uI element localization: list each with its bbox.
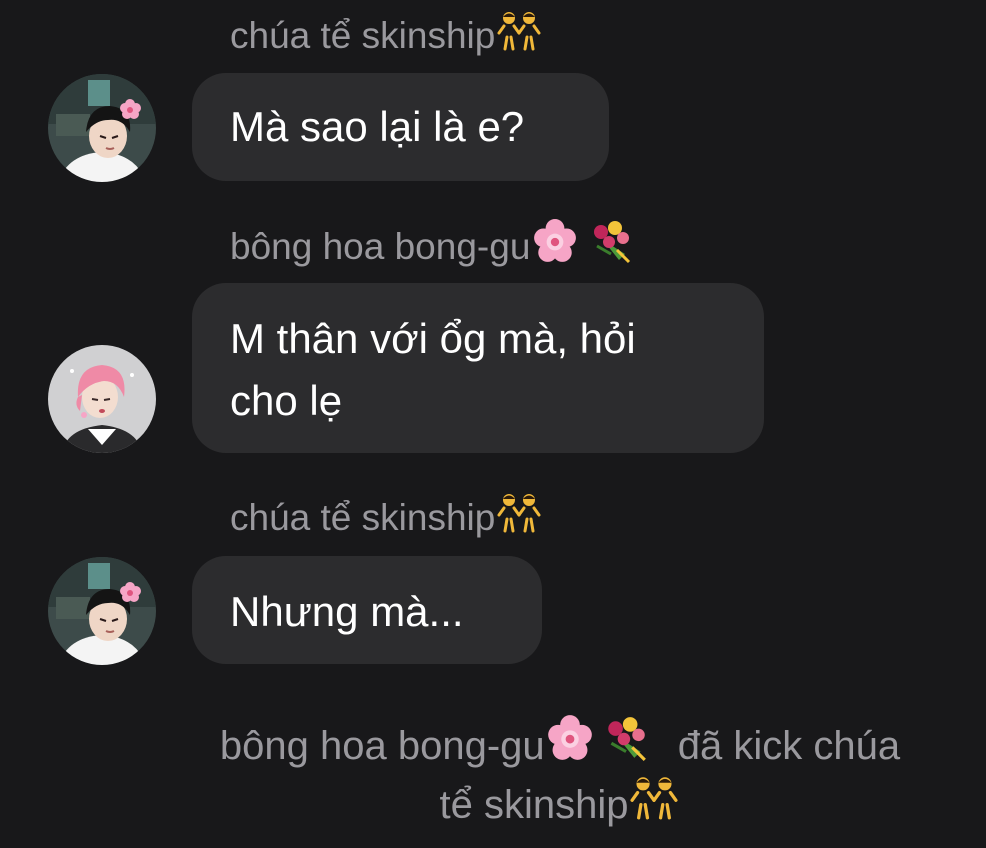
- system-notice-line-1: bông hoa bong-gu đã kick chúa: [120, 715, 986, 777]
- sender-name: bông hoa bong-gu: [230, 219, 636, 274]
- avatar[interactable]: [48, 345, 156, 453]
- system-notice-actor: bông hoa bong-gu: [219, 724, 545, 768]
- system-notice-line-2: tể skinship: [120, 774, 986, 835]
- bouquet-icon: [601, 714, 651, 777]
- cherry-blossom-icon: [545, 714, 595, 777]
- message-bubble[interactable]: Nhưng mà...: [192, 556, 542, 664]
- avatar[interactable]: [48, 74, 156, 182]
- message-bubble[interactable]: M thân với ổg mà, hỏi cho lẹ: [192, 283, 764, 453]
- sender-name: chúa tể skinship: [230, 10, 543, 61]
- system-notice-target: tể skinship: [439, 782, 629, 827]
- sender-name: chúa tể skinship: [230, 492, 543, 543]
- dancers-icon: [495, 9, 543, 61]
- system-notice: bông hoa bong-gu đã kick chúa tể skinshi…: [120, 715, 986, 835]
- dancers-icon: [628, 774, 680, 835]
- cherry-blossom-icon: [530, 218, 580, 274]
- message-bubble[interactable]: Mà sao lại là e?: [192, 73, 609, 181]
- message-text-line: M thân với ổg mà, hỏi: [230, 315, 636, 362]
- sender-name-text: bông hoa bong-gu: [230, 225, 531, 267]
- bouquet-icon: [586, 218, 636, 274]
- message-text: Mà sao lại là e?: [230, 103, 525, 150]
- dancers-icon: [495, 491, 543, 543]
- avatar[interactable]: [48, 557, 156, 665]
- message-text: Nhưng mà...: [230, 588, 464, 635]
- sender-name-text: chúa tể skinship: [230, 497, 496, 538]
- message-text-line: cho lẹ: [230, 377, 343, 424]
- sender-name-text: chúa tể skinship: [230, 15, 496, 56]
- system-notice-action: đã kick chúa: [677, 724, 901, 768]
